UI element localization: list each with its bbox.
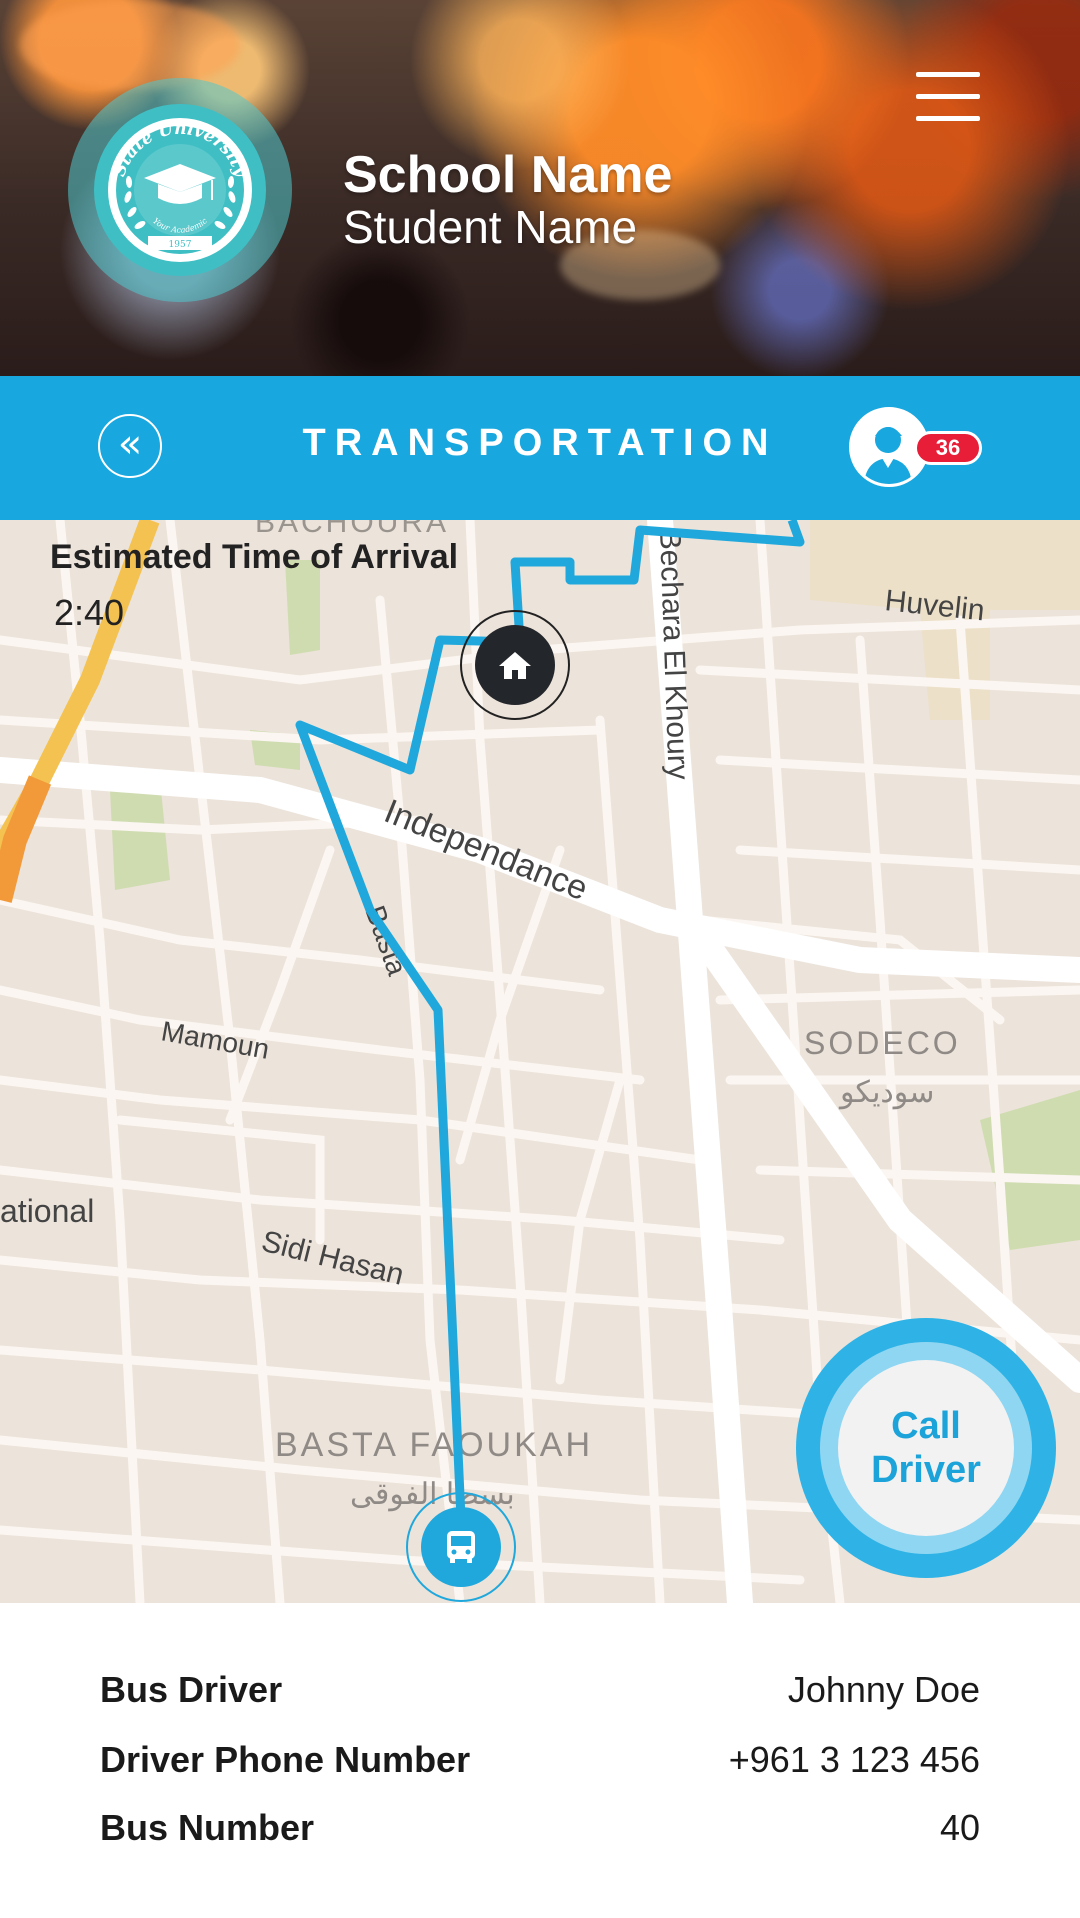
call-button-face: Call Driver	[838, 1360, 1014, 1536]
student-name: Student Name	[343, 201, 638, 253]
svg-text:BACHOURA: BACHOURA	[255, 520, 449, 539]
svg-text:1957: 1957	[169, 240, 192, 250]
school-name: School Name	[343, 146, 673, 204]
bus-icon	[421, 1507, 501, 1587]
call-button-label-line1: Call	[891, 1405, 961, 1447]
info-label: Driver Phone Number	[100, 1739, 471, 1780]
info-value[interactable]: +961 3 123 456	[729, 1739, 980, 1781]
call-button-label-line2: Driver	[871, 1449, 981, 1491]
svg-text:ational: ational	[0, 1193, 94, 1229]
call-driver-button[interactable]: Call Driver	[796, 1318, 1056, 1578]
eta-value: 2:40	[54, 592, 125, 633]
school-logo: 1957 State University Your Academic	[68, 78, 292, 302]
svg-text:BASTA FAOUKAH: BASTA FAOUKAH	[275, 1426, 593, 1464]
park-area	[110, 780, 170, 890]
info-row-bus-driver: Bus Driver Johnny Doe	[100, 1669, 980, 1719]
university-seal-icon: 1957 State University Your Academic	[94, 104, 266, 276]
highway	[0, 775, 52, 903]
home-icon	[475, 625, 555, 705]
info-value: Johnny Doe	[787, 1669, 980, 1710]
title-bar: « TRANSPORTATION 36	[0, 376, 1080, 520]
bokeh-light	[20, 0, 240, 90]
svg-text:سوديكو: سوديكو	[838, 1076, 934, 1110]
svg-text:Bechara El Khoury: Bechara El Khoury	[653, 529, 695, 780]
info-value: 40	[939, 1807, 980, 1848]
notification-badge: 36	[914, 431, 982, 465]
svg-text:Mamoun: Mamoun	[159, 1015, 272, 1064]
bus-marker[interactable]	[406, 1492, 516, 1602]
info-row-bus-number: Bus Number 40	[100, 1807, 980, 1857]
home-marker[interactable]	[460, 610, 570, 720]
info-label: Bus Driver	[100, 1669, 283, 1710]
info-row-driver-phone: Driver Phone Number +961 3 123 456	[100, 1739, 980, 1789]
svg-text:SODECO: SODECO	[804, 1025, 961, 1061]
eta-label: Estimated Time of Arrival	[50, 538, 459, 576]
driver-info-panel: Bus Driver Johnny Doe Driver Phone Numbe…	[0, 1603, 1080, 1918]
header-banner: 1957 State University Your Academic Scho…	[0, 0, 1080, 376]
call-button-ring: Call Driver	[820, 1342, 1032, 1554]
info-label: Bus Number	[100, 1807, 315, 1848]
hamburger-menu-icon[interactable]	[916, 72, 980, 124]
